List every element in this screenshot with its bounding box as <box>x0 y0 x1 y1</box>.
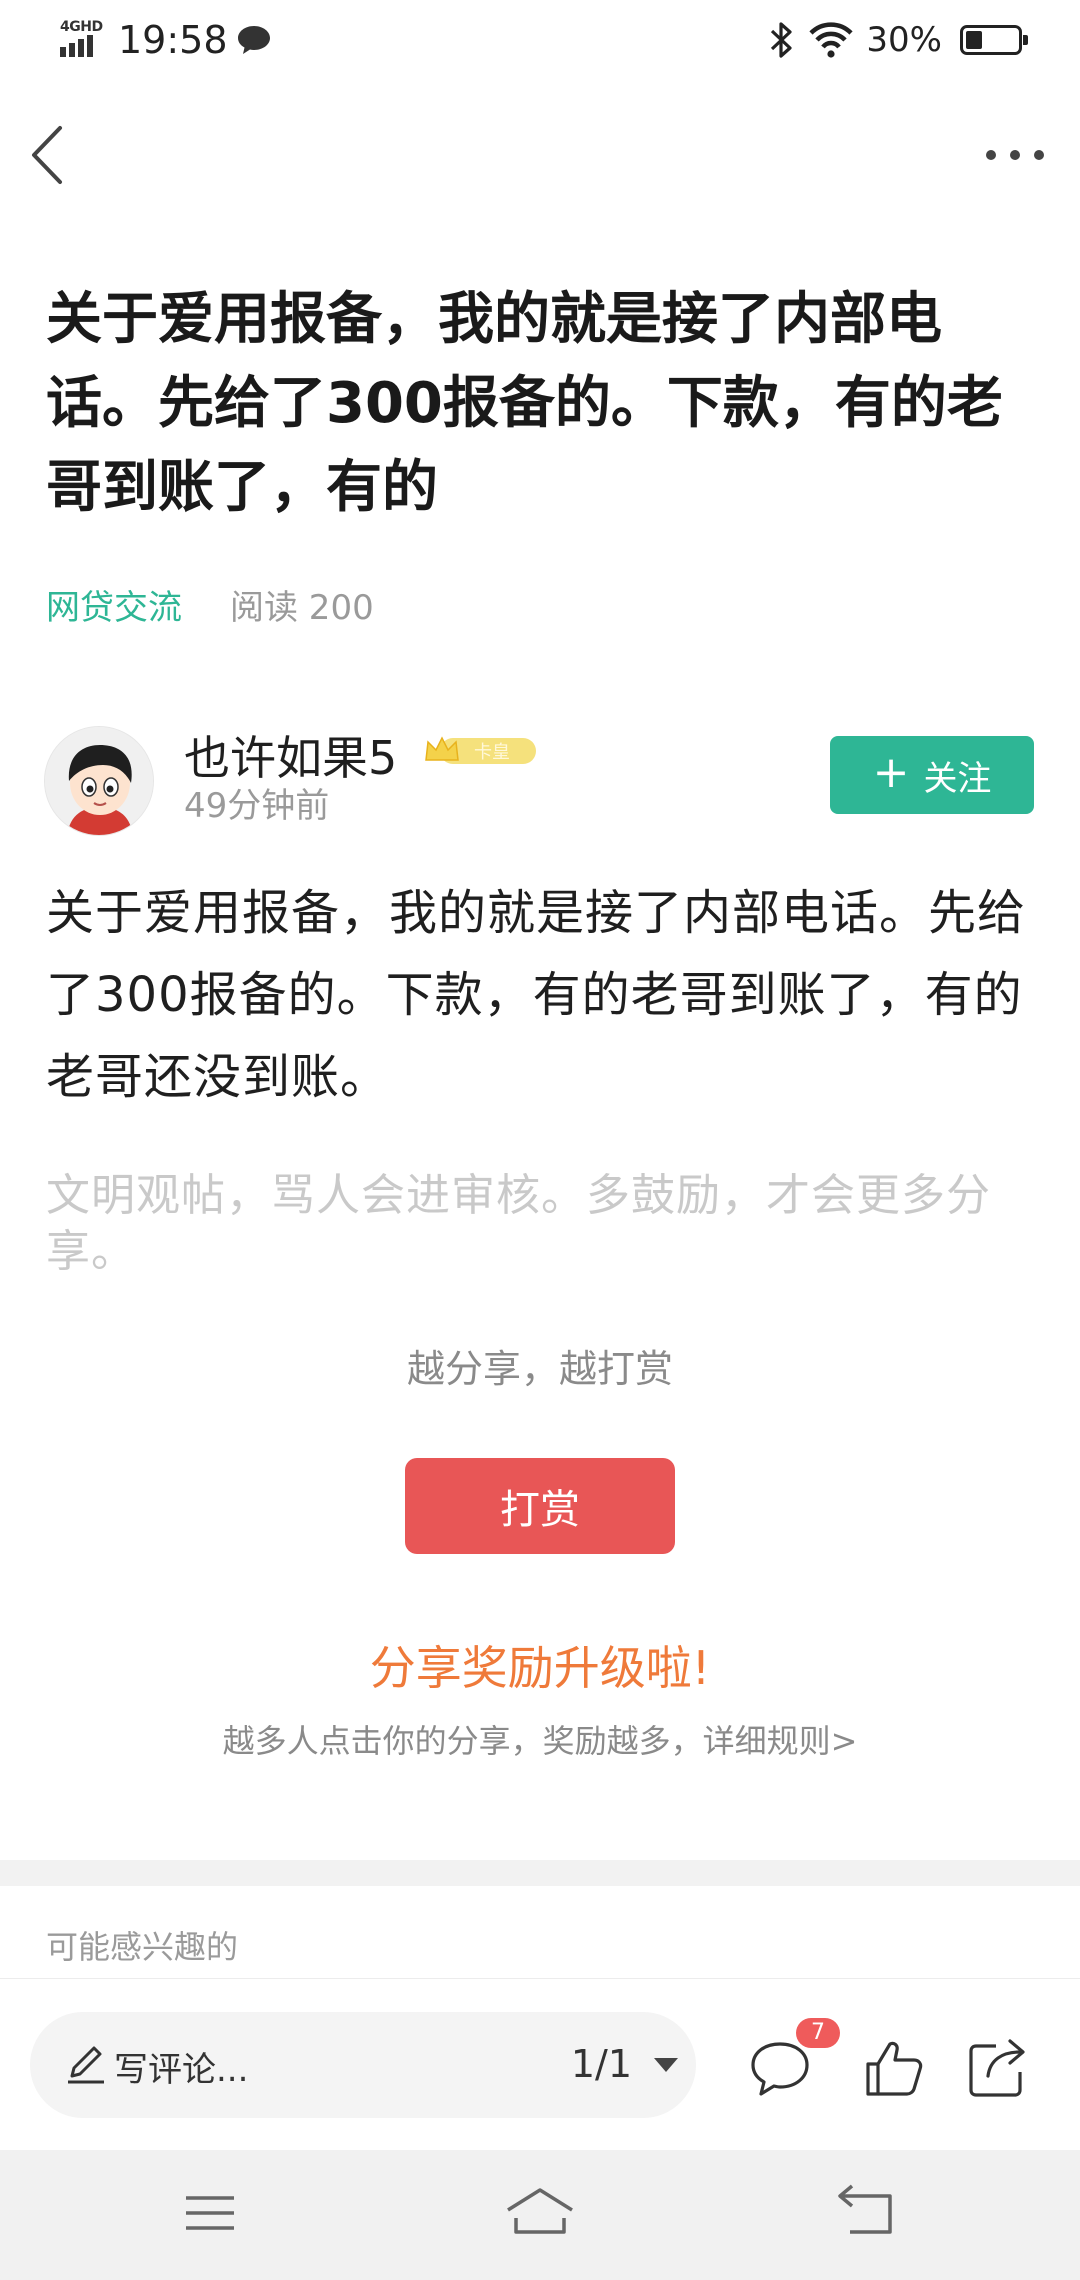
comment-count-badge: 7 <box>796 2018 840 2048</box>
bluetooth-icon <box>771 22 793 58</box>
wifi-icon <box>809 22 854 58</box>
reward-hint: 越分享，越打赏 <box>406 1347 673 1391</box>
status-right: 30% <box>768 20 1028 60</box>
civility-hint: 文明观帖，骂人会进审核。多鼓励，才会更多分享。 <box>46 1170 991 1277</box>
share-rules-link[interactable]: 越多人点击你的分享，奖励越多，详细规则> <box>0 1716 1080 1762</box>
status-time: 19:58 <box>118 18 228 62</box>
post-time: 49分钟前 <box>184 786 330 826</box>
chevron-left-icon <box>32 126 62 184</box>
plus-icon: + <box>872 747 910 798</box>
system-nav-bar <box>0 2150 1080 2280</box>
menu-icon[interactable] <box>170 2178 250 2248</box>
related-section-label: 可能感兴趣的 <box>46 1928 239 1966</box>
comment-input[interactable]: 写评论... 1/1 <box>30 2012 696 2118</box>
read-count: 阅读 200 <box>230 588 374 628</box>
pen-icon <box>68 2046 104 2084</box>
home-icon[interactable] <box>500 2178 580 2248</box>
message-icon <box>237 26 270 54</box>
avatar-image <box>45 727 153 835</box>
system-back-icon[interactable] <box>828 2178 908 2248</box>
avatar[interactable] <box>44 726 154 836</box>
battery-percent: 30% <box>866 20 942 60</box>
divider <box>0 1978 1080 1979</box>
comment-placeholder: 写评论... <box>114 2050 249 2090</box>
reward-button[interactable]: 打赏 <box>405 1458 675 1554</box>
share-upgrade-title: 分享奖励升级啦! <box>369 1641 711 1695</box>
status-left: 4GHD 19:58 <box>58 18 272 62</box>
signal-icon: 4GHD <box>58 19 104 61</box>
follow-label: 关注 <box>923 758 992 799</box>
back-button[interactable] <box>22 120 82 190</box>
more-button[interactable] <box>980 130 1050 180</box>
top-nav <box>0 100 1080 210</box>
page-indicator[interactable]: 1/1 <box>571 2042 632 2086</box>
network-type: 4GHD <box>60 19 103 35</box>
follow-button[interactable]: + 关注 <box>830 736 1034 814</box>
more-dots-icon <box>986 150 996 160</box>
caret-down-icon[interactable] <box>652 2056 680 2074</box>
battery-icon <box>960 25 1028 55</box>
comment-bar: 写评论... 1/1 7 <box>0 1980 1080 2150</box>
status-bar: 4GHD 19:58 30% <box>0 0 1080 86</box>
author-row: 也许如果5 卡皇 49分钟前 + 关注 <box>44 722 1034 842</box>
post-body: 关于爱用报备，我的就是接了内部电话。先给了300报备的。下款，有的老哥到账了，有… <box>46 885 1027 1105</box>
section-divider <box>0 1860 1080 1886</box>
badge-label: 卡皇 <box>474 742 510 763</box>
post-title: 关于爱用报备，我的就是接了内部电话。先给了300报备的。下款，有的老哥到账了，有… <box>46 287 1003 520</box>
share-icon[interactable] <box>966 2036 1030 2100</box>
thumbs-up-icon[interactable] <box>862 2036 926 2100</box>
category-link[interactable]: 网贷交流 <box>46 580 182 629</box>
crown-badge-icon: 卡皇 <box>425 736 536 764</box>
post-meta: 网贷交流 阅读 200 <box>46 580 374 629</box>
